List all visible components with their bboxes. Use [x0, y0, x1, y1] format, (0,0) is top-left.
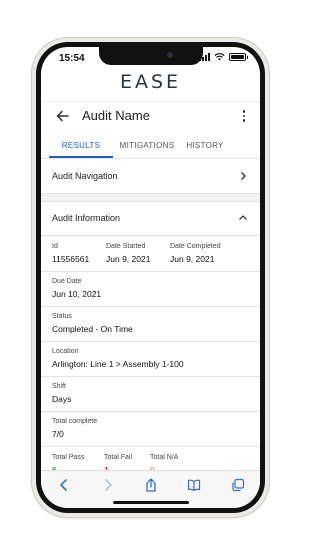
total-complete-field: Total complete 7/0 [41, 412, 260, 447]
stage: 15:54 EASE Audit Name RESULTS MITIGATION… [0, 0, 300, 550]
id-value: 11556561 [52, 254, 90, 264]
due-date-label: Due Date [52, 278, 82, 285]
audit-navigation-row[interactable]: Audit Navigation [41, 160, 260, 194]
id-field: Id 11556561 [52, 242, 106, 265]
date-started-label: Date Started [106, 243, 146, 250]
forward-icon[interactable] [101, 478, 115, 492]
chevron-right-icon [241, 172, 246, 180]
audit-navigation-label: Audit Navigation [52, 171, 118, 181]
main-content: Audit Navigation Audit Information Id 11… [41, 160, 260, 470]
total-na-field: Total N/A 0 [150, 453, 200, 470]
shift-label: Shift [52, 383, 67, 390]
status-value: Completed - On Time [52, 324, 133, 334]
back-arrow-icon[interactable] [53, 106, 73, 126]
back-icon[interactable] [57, 478, 71, 492]
status-label: Status [52, 313, 72, 320]
section-divider [41, 194, 260, 202]
total-na-label: Total N/A [150, 454, 179, 461]
tab-mitigations[interactable]: MITIGATIONS [115, 133, 179, 158]
total-pass-field: Total Pass 6 [52, 453, 104, 470]
totals-row: Total Pass 6 Total Fail 1 Total N/A 0 [41, 447, 260, 470]
due-date-value: Jun 10, 2021 [52, 289, 102, 299]
phone-bezel: 15:54 EASE Audit Name RESULTS MITIGATION… [36, 42, 265, 513]
wifi-icon [214, 53, 225, 61]
date-completed-value: Jun 9, 2021 [170, 254, 215, 264]
total-pass-label: Total Pass [52, 454, 85, 461]
location-label: Location [52, 348, 79, 355]
tab-bar: RESULTS MITIGATIONS HISTORY [41, 133, 260, 159]
app-bar: Audit Name [41, 101, 260, 129]
status-icons [199, 53, 248, 61]
status-time: 15:54 [59, 53, 85, 64]
tab-results[interactable]: RESULTS [49, 133, 113, 158]
location-field: Location Arlington: Line 1 > Assembly 1-… [41, 342, 260, 377]
due-date-field: Due Date Jun 10, 2021 [41, 272, 260, 307]
total-complete-value: 7/0 [52, 429, 64, 439]
front-camera [166, 52, 173, 58]
audit-information-row[interactable]: Audit Information [41, 202, 260, 236]
date-started-field: Date Started Jun 9, 2021 [106, 242, 170, 265]
home-indicator[interactable] [112, 501, 189, 504]
phone-frame: 15:54 EASE Audit Name RESULTS MITIGATION… [32, 38, 269, 517]
chevron-up-icon [239, 215, 247, 220]
notch [98, 47, 203, 65]
battery-icon [229, 53, 248, 61]
audit-information-label: Audit Information [52, 213, 121, 223]
id-dates-row: Id 11556561 Date Started Jun 9, 2021 Dat… [41, 236, 260, 272]
brand-logo: EASE [119, 71, 182, 93]
share-icon[interactable] [144, 478, 158, 492]
brand-header: EASE [41, 71, 260, 93]
phone-screen: 15:54 EASE Audit Name RESULTS MITIGATION… [41, 47, 260, 508]
total-complete-label: Total complete [52, 418, 98, 425]
shift-value: Days [52, 394, 72, 404]
tab-history[interactable]: HISTORY [179, 133, 231, 158]
location-value: Arlington: Line 1 > Assembly 1-100 [52, 359, 184, 369]
total-fail-field: Total Fail 1 [104, 453, 150, 470]
date-started-value: Jun 9, 2021 [106, 254, 151, 264]
bookmarks-icon[interactable] [187, 478, 201, 492]
tabs-icon[interactable] [231, 478, 245, 492]
shift-field: Shift Days [41, 377, 260, 412]
id-label: Id [52, 243, 58, 250]
more-options-icon[interactable] [236, 106, 252, 126]
browser-toolbar [41, 470, 260, 508]
date-completed-field: Date Completed Jun 9, 2021 [170, 242, 240, 265]
total-fail-label: Total Fail [104, 454, 133, 461]
status-field: Status Completed - On Time [41, 307, 260, 342]
page-title: Audit Name [82, 108, 150, 123]
date-completed-label: Date Completed [170, 243, 221, 250]
